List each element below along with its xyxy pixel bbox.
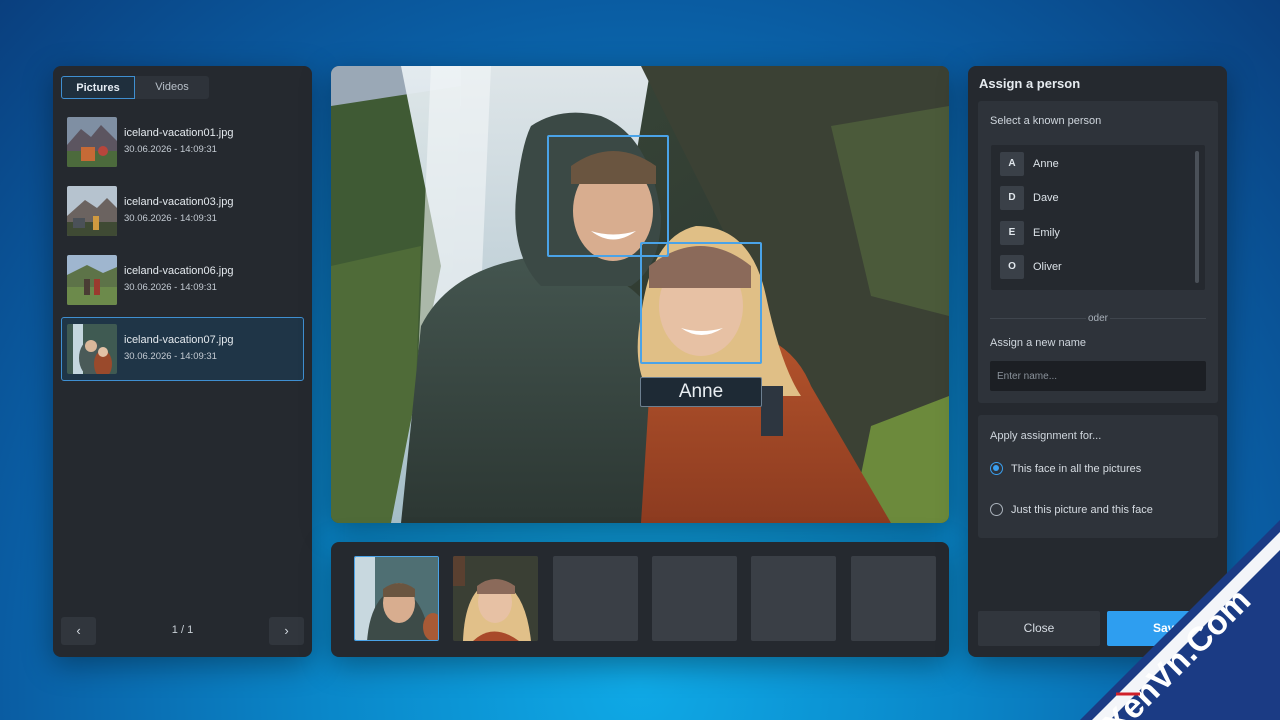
panel-title: Assign a person (979, 76, 1081, 91)
file-date: 30.06.2026 - 14:09:31 (124, 213, 217, 224)
empty-slot (751, 556, 836, 641)
option-all-pictures[interactable]: This face in all the pictures (990, 462, 1141, 475)
tab-pictures[interactable]: Pictures (61, 76, 135, 99)
person-name: Oliver (1033, 261, 1062, 273)
file-name: iceland-vacation06.jpg (124, 265, 234, 277)
person-item-dave[interactable]: D Dave (1000, 185, 1059, 211)
file-name: iceland-vacation07.jpg (124, 334, 234, 346)
empty-slot (652, 556, 737, 641)
face-name-tag: Anne (640, 377, 762, 407)
file-date: 30.06.2026 - 14:09:31 (124, 282, 217, 293)
file-date: 30.06.2026 - 14:09:31 (124, 144, 217, 155)
face-box-man[interactable] (547, 135, 669, 257)
list-item[interactable]: iceland-vacation03.jpg 30.06.2026 - 14:0… (61, 179, 304, 243)
person-name: Anne (1033, 158, 1059, 170)
radio-label: This face in all the pictures (1011, 462, 1142, 475)
close-button[interactable]: Close (978, 611, 1100, 646)
new-name-input[interactable] (990, 361, 1206, 391)
radio-label: Just this picture and this face (1011, 503, 1153, 516)
face-thumbnail-selected[interactable] (354, 556, 439, 641)
media-tabs: Pictures Videos (61, 76, 209, 99)
avatar: O (1000, 255, 1024, 279)
known-person-label: Select a known person (990, 115, 1102, 127)
save-button[interactable]: Save (1107, 611, 1227, 646)
file-thumbnail (67, 186, 117, 236)
option-this-picture[interactable]: Just this picture and this face (990, 503, 1153, 516)
file-thumbnail (67, 117, 117, 167)
file-date: 30.06.2026 - 14:09:31 (124, 351, 217, 362)
photo-viewer: Anne (331, 66, 949, 523)
file-thumbnail (67, 255, 117, 305)
list-item-selected[interactable]: iceland-vacation07.jpg 30.06.2026 - 14:0… (61, 317, 304, 381)
separator-text: oder (1087, 313, 1108, 324)
list-item[interactable]: iceland-vacation01.jpg 30.06.2026 - 14:0… (61, 110, 304, 174)
person-item-anne[interactable]: A Anne (1000, 151, 1059, 177)
person-item-emily[interactable]: E Emily (1000, 220, 1060, 246)
assign-person-panel: Assign a person Select a known person A … (968, 66, 1227, 657)
person-item-oliver[interactable]: O Oliver (1000, 254, 1062, 280)
face-thumbnail-strip (331, 542, 949, 657)
person-selection-section: Select a known person A Anne D Dave E Em… (978, 101, 1218, 403)
file-name: iceland-vacation01.jpg (124, 127, 234, 139)
face-box-woman[interactable] (640, 242, 762, 364)
face-thumbnail[interactable] (453, 556, 538, 641)
empty-slot (851, 556, 936, 641)
apply-section: Apply assignment for... This face in all… (978, 415, 1218, 538)
person-name: Emily (1033, 227, 1060, 239)
list-item[interactable]: iceland-vacation06.jpg 30.06.2026 - 14:0… (61, 248, 304, 312)
apply-label: Apply assignment for... (990, 430, 1102, 442)
avatar: E (1000, 221, 1024, 245)
radio-checked[interactable] (990, 462, 1003, 475)
file-browser-panel: Pictures Videos iceland-vacation01.jpg 3… (53, 66, 312, 657)
tab-videos[interactable]: Videos (135, 76, 209, 99)
person-list: A Anne D Dave E Emily O Oliver (991, 145, 1205, 290)
person-name: Dave (1033, 192, 1059, 204)
new-name-label: Assign a new name (990, 337, 1086, 349)
radio-unchecked[interactable] (990, 503, 1003, 516)
file-name: iceland-vacation03.jpg (124, 196, 234, 208)
file-list: iceland-vacation01.jpg 30.06.2026 - 14:0… (61, 110, 304, 386)
avatar: A (1000, 152, 1024, 176)
next-page-button[interactable]: › (269, 617, 304, 645)
file-thumbnail (67, 324, 117, 374)
empty-slot (553, 556, 638, 641)
scrollbar[interactable] (1195, 151, 1199, 283)
avatar: D (1000, 186, 1024, 210)
